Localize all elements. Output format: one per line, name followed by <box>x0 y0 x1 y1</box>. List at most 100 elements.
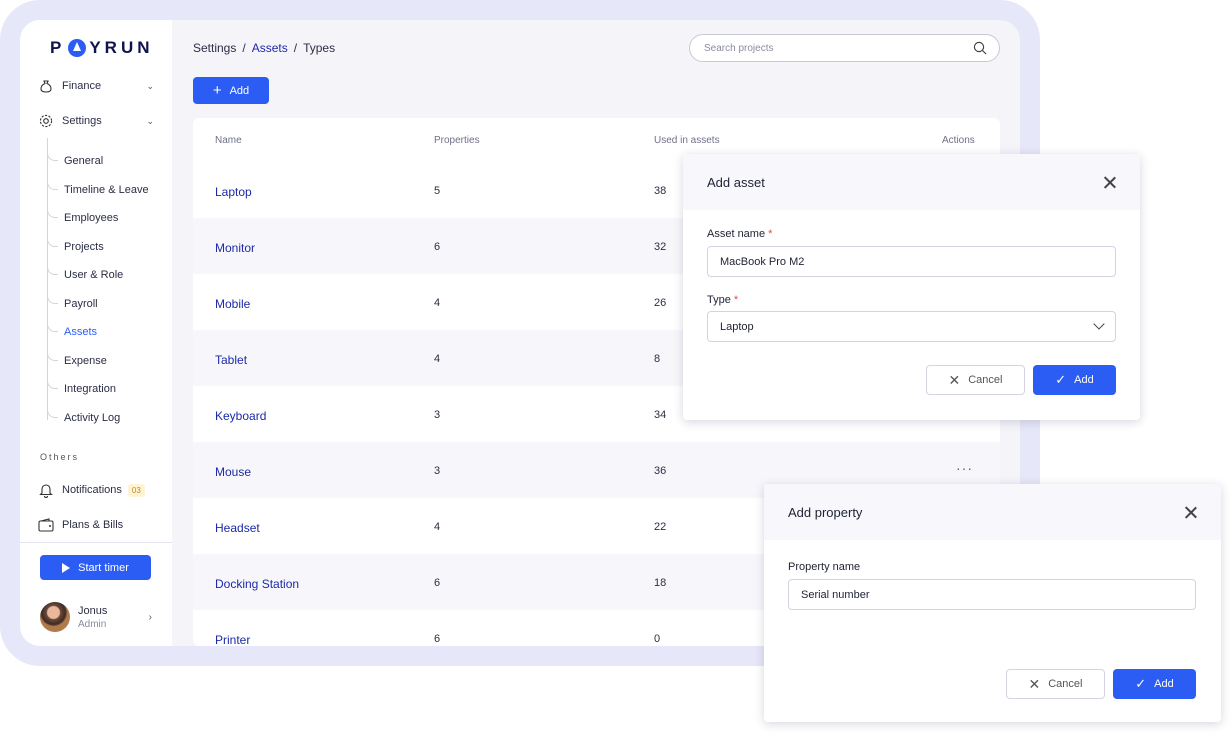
add-property-button[interactable]: ✓ Add <box>1113 669 1196 699</box>
user-profile[interactable]: Jonus Admin › <box>40 602 152 632</box>
chevron-down-icon[interactable]: ⌄ <box>146 81 154 92</box>
type-label-text: Type <box>707 294 731 306</box>
sidebar-item-activity-log[interactable]: Activity Log <box>46 401 120 426</box>
type-name[interactable]: Mobile <box>215 297 250 311</box>
properties-count: 3 <box>434 465 441 477</box>
column-header-name[interactable]: Name <box>215 135 242 146</box>
logo-a-icon <box>68 39 87 57</box>
cancel-label: Cancel <box>1048 678 1083 690</box>
sidebar-item-finance[interactable]: Finance ⌄ <box>38 78 154 94</box>
properties-count: 3 <box>434 409 441 421</box>
cancel-button[interactable]: ✕ Cancel <box>926 365 1025 395</box>
properties-count: 4 <box>434 353 441 365</box>
chevron-down-icon <box>1093 318 1105 330</box>
sidebar: P YRUN Finance ⌄ Settings ⌄ General Timel… <box>20 20 172 646</box>
close-icon[interactable] <box>1185 506 1197 518</box>
type-select[interactable]: Laptop <box>707 311 1116 342</box>
add-label: Add <box>1074 374 1094 386</box>
used-count: 0 <box>654 633 661 645</box>
add-property-modal: Add property Property name Serial number… <box>764 484 1221 722</box>
used-count: 22 <box>654 521 667 533</box>
used-count: 34 <box>654 409 667 421</box>
more-actions-icon[interactable]: ··· <box>956 460 973 476</box>
sidebar-item-integration[interactable]: Integration <box>47 372 116 397</box>
search-icon[interactable] <box>973 41 987 55</box>
type-name[interactable]: Printer <box>215 633 250 646</box>
check-icon: ✓ <box>1055 372 1067 387</box>
breadcrumb-separator: / <box>242 41 246 55</box>
add-type-button[interactable]: + Add <box>193 77 269 104</box>
user-name: Jonus <box>78 604 108 617</box>
breadcrumb-types: Types <box>303 41 336 55</box>
chevron-down-icon[interactable]: ⌄ <box>146 116 154 127</box>
used-count: 32 <box>654 241 667 253</box>
type-name[interactable]: Mouse <box>215 465 251 479</box>
type-name[interactable]: Docking Station <box>215 577 299 591</box>
modal-header: Add asset <box>683 154 1140 210</box>
used-count: 8 <box>654 353 661 365</box>
close-icon[interactable] <box>1104 176 1116 188</box>
column-header-used[interactable]: Used in assets <box>654 135 720 146</box>
modal-header: Add property <box>764 484 1221 540</box>
type-name[interactable]: Keyboard <box>215 409 266 423</box>
asset-name-field[interactable]: MacBook Pro M2 <box>707 246 1116 277</box>
asset-name-label: Asset name * <box>707 228 772 240</box>
add-asset-modal: Add asset Asset name * MacBook Pro M2 Ty… <box>683 154 1140 420</box>
sidebar-item-plans-bills[interactable]: Plans & Bills <box>38 517 154 533</box>
others-heading: Others <box>40 452 80 462</box>
sidebar-item-user-role[interactable]: User & Role <box>46 258 123 283</box>
cancel-button[interactable]: ✕ Cancel <box>1006 669 1105 699</box>
type-name[interactable]: Tablet <box>215 353 247 367</box>
sidebar-item-timeline-leave[interactable]: Timeline & Leave <box>47 173 149 198</box>
sidebar-item-employees[interactable]: Employees <box>46 201 118 226</box>
close-icon: ✕ <box>948 371 961 388</box>
sidebar-item-expense[interactable]: Expense <box>47 344 107 369</box>
breadcrumb: Settings / Assets / Types <box>193 41 335 55</box>
sidebar-item-general[interactable]: General <box>46 144 103 169</box>
type-label: Type * <box>707 294 738 306</box>
sidebar-item-assets[interactable]: Assets <box>46 315 97 340</box>
required-mark: * <box>768 228 773 240</box>
properties-count: 6 <box>434 241 441 253</box>
check-icon: ✓ <box>1135 676 1147 691</box>
properties-count: 6 <box>434 633 441 645</box>
notification-count-badge: 03 <box>127 483 145 497</box>
property-name-value: Serial number <box>801 588 870 601</box>
settings-subnav: General Timeline & Leave Employees Proje… <box>46 138 167 424</box>
used-count: 26 <box>654 297 667 309</box>
breadcrumb-settings[interactable]: Settings <box>193 41 236 55</box>
money-bag-icon <box>38 78 54 94</box>
property-name-field[interactable]: Serial number <box>788 579 1196 610</box>
gear-icon <box>38 113 54 129</box>
start-timer-button[interactable]: Start timer <box>40 555 151 580</box>
breadcrumb-assets[interactable]: Assets <box>252 41 288 55</box>
play-icon <box>62 562 71 573</box>
type-select-value: Laptop <box>720 320 754 333</box>
type-name[interactable]: Monitor <box>215 241 255 255</box>
sidebar-item-projects[interactable]: Projects <box>47 230 104 255</box>
logo: P YRUN <box>50 38 154 57</box>
asset-name-label-text: Asset name <box>707 228 766 240</box>
type-name[interactable]: Headset <box>215 521 260 535</box>
required-mark: * <box>733 294 739 306</box>
used-count: 38 <box>654 185 667 197</box>
modal-title: Add asset <box>707 174 765 190</box>
add-asset-button[interactable]: ✓ Add <box>1033 365 1116 395</box>
sidebar-item-settings[interactable]: Settings ⌄ <box>38 113 154 129</box>
avatar <box>40 602 70 632</box>
chevron-right-icon[interactable]: › <box>149 612 152 623</box>
sidebar-item-notifications[interactable]: Notifications 03 <box>38 482 170 498</box>
sidebar-divider <box>20 542 172 543</box>
wallet-icon <box>38 517 54 533</box>
properties-count: 4 <box>434 297 441 309</box>
search-input[interactable]: Search projects <box>689 34 1000 62</box>
column-header-properties[interactable]: Properties <box>434 135 480 146</box>
asset-name-value: MacBook Pro M2 <box>720 255 805 268</box>
type-name[interactable]: Laptop <box>215 185 252 199</box>
sidebar-item-payroll[interactable]: Payroll <box>47 287 98 312</box>
start-timer-label: Start timer <box>78 561 129 574</box>
modal-title: Add property <box>788 504 863 520</box>
sidebar-item-label: Plans & Bills <box>62 519 124 531</box>
column-header-actions: Actions <box>942 135 975 146</box>
plus-icon: + <box>212 82 222 99</box>
